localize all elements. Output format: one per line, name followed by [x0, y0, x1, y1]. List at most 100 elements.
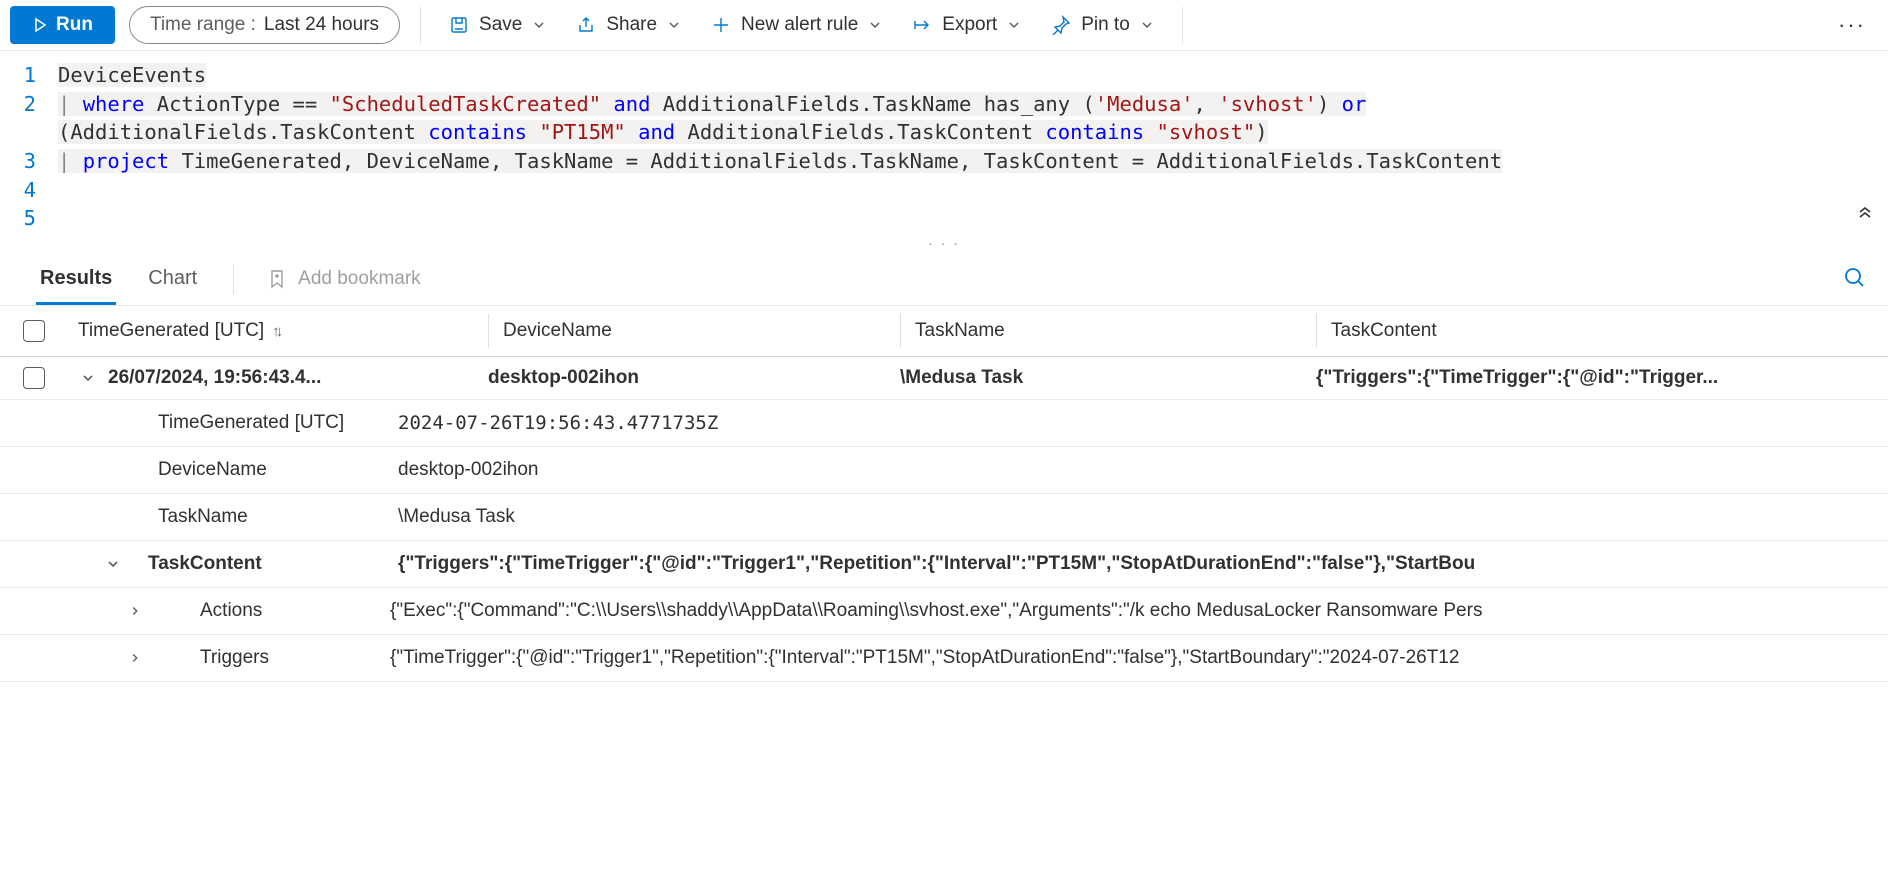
run-label: Run	[56, 14, 93, 36]
results-tabs: Results Chart Add bookmark	[0, 253, 1888, 306]
code-token: and	[638, 120, 675, 144]
column-label: TimeGenerated [UTC]	[78, 320, 264, 342]
code-token: or	[1342, 92, 1367, 116]
sort-icon: ↑↓	[272, 323, 279, 340]
results-table: TimeGenerated [UTC] ↑↓ DeviceName TaskNa…	[0, 306, 1888, 682]
plus-icon	[711, 15, 731, 35]
save-label: Save	[479, 14, 522, 36]
detail-key: TaskContent	[128, 553, 398, 575]
code-token: "ScheduledTaskCreated"	[330, 92, 602, 116]
detail-row: TaskName \Medusa Task	[0, 494, 1888, 541]
play-icon	[32, 17, 48, 33]
ellipsis-icon: ···	[1838, 12, 1866, 37]
code-token: contains	[428, 120, 527, 144]
row-checkbox[interactable]	[23, 367, 45, 389]
expand-detail-button[interactable]	[128, 651, 142, 665]
bookmark-label: Add bookmark	[298, 268, 421, 290]
table-row[interactable]: 26/07/2024, 19:56:43.4... desktop-002iho…	[0, 357, 1888, 400]
chevron-down-icon	[667, 18, 681, 32]
detail-value: 2024-07-26T19:56:43.4771735Z	[398, 412, 1888, 434]
chevron-down-icon	[80, 370, 96, 386]
code-token: "PT15M"	[539, 120, 625, 144]
detail-value: {"Triggers":{"TimeTrigger":{"@id":"Trigg…	[398, 553, 1888, 575]
toolbar-separator	[1182, 7, 1183, 43]
double-chevron-up-icon	[1856, 203, 1874, 221]
code-token: AdditionalFields.TaskContent	[687, 120, 1033, 144]
select-all-checkbox[interactable]	[23, 320, 45, 342]
expand-detail-button[interactable]	[98, 556, 128, 572]
chevron-down-icon	[1140, 18, 1154, 32]
chevron-down-icon	[532, 18, 546, 32]
code-token: where	[83, 92, 145, 116]
code-token: project	[83, 149, 169, 173]
detail-value: {"Exec":{"Command":"C:\\Users\\shaddy\\A…	[390, 600, 1888, 622]
detail-key: TimeGenerated [UTC]	[108, 412, 398, 434]
code-token: ,	[1194, 92, 1206, 116]
export-icon	[912, 15, 932, 35]
code-token: |	[58, 149, 70, 173]
tab-chart[interactable]: Chart	[144, 253, 201, 305]
code-token: )	[1317, 92, 1329, 116]
code-token: contains	[1045, 120, 1144, 144]
chevron-down-icon	[105, 556, 121, 572]
code-token: DeviceEvents	[58, 63, 206, 87]
add-bookmark-button[interactable]: Add bookmark	[266, 268, 421, 290]
cell-device: desktop-002ihon	[488, 367, 900, 389]
code-token: ==	[293, 92, 318, 116]
timerange-label: Time range :	[150, 14, 256, 36]
expand-detail-button[interactable]	[128, 604, 142, 618]
tab-results[interactable]: Results	[36, 253, 116, 305]
timerange-value: Last 24 hours	[264, 14, 379, 36]
pin-button[interactable]: Pin to	[1043, 8, 1162, 42]
toolbar: Run Time range : Last 24 hours Save Shar…	[0, 0, 1888, 51]
detail-row: Actions {"Exec":{"Command":"C:\\Users\\s…	[0, 588, 1888, 635]
chevron-right-icon	[128, 651, 142, 665]
save-button[interactable]: Save	[441, 8, 554, 42]
export-button[interactable]: Export	[904, 8, 1029, 42]
collapse-editor-button[interactable]	[1856, 203, 1874, 227]
code-token: (	[1082, 92, 1094, 116]
code-token: AdditionalFields.TaskContent	[70, 120, 416, 144]
resize-handle[interactable]: · · ·	[0, 233, 1888, 253]
share-label: Share	[606, 14, 657, 36]
column-header-taskname[interactable]: TaskName	[900, 314, 1316, 348]
query-editor[interactable]: 1 DeviceEvents 2 | where ActionType == "…	[0, 51, 1888, 233]
line-number: 5	[0, 204, 58, 233]
more-button[interactable]: ···	[1826, 6, 1878, 44]
line-number: 4	[0, 176, 58, 205]
export-label: Export	[942, 14, 997, 36]
run-button[interactable]: Run	[10, 6, 115, 44]
detail-row: TaskContent {"Triggers":{"TimeTrigger":{…	[0, 541, 1888, 588]
pin-icon	[1051, 15, 1071, 35]
share-button[interactable]: Share	[568, 8, 689, 42]
column-header-taskcontent[interactable]: TaskContent	[1316, 314, 1888, 348]
code-token: ActionType	[157, 92, 280, 116]
column-header-time[interactable]: TimeGenerated [UTC] ↑↓	[68, 314, 488, 348]
timerange-pill[interactable]: Time range : Last 24 hours	[129, 6, 400, 44]
detail-row: DeviceName desktop-002ihon	[0, 447, 1888, 494]
line-number: 1	[0, 61, 58, 90]
table-header: TimeGenerated [UTC] ↑↓ DeviceName TaskNa…	[0, 306, 1888, 357]
new-alert-button[interactable]: New alert rule	[703, 8, 890, 42]
line-number: 2	[0, 90, 58, 147]
code-token: 'Medusa'	[1095, 92, 1194, 116]
bookmark-icon	[266, 268, 288, 290]
code-token: )	[1255, 120, 1267, 144]
code-token: has_any	[984, 92, 1070, 116]
code-token: and	[613, 92, 650, 116]
code-token: (	[58, 120, 70, 144]
tabs-separator	[233, 264, 234, 294]
detail-key: Triggers	[160, 647, 390, 669]
column-header-device[interactable]: DeviceName	[488, 314, 900, 348]
chevron-down-icon	[1007, 18, 1021, 32]
search-button[interactable]	[1842, 265, 1868, 294]
cell-taskcontent: {"Triggers":{"TimeTrigger":{"@id":"Trigg…	[1316, 367, 1888, 389]
detail-value: {"TimeTrigger":{"@id":"Trigger1","Repeti…	[390, 647, 1888, 669]
detail-value: desktop-002ihon	[398, 459, 1888, 481]
detail-key: Actions	[160, 600, 390, 622]
detail-key: DeviceName	[108, 459, 398, 481]
code-token: TimeGenerated, DeviceName, TaskName = Ad…	[181, 149, 1502, 173]
save-icon	[449, 15, 469, 35]
search-icon	[1842, 265, 1868, 291]
expand-row-button[interactable]	[68, 370, 108, 386]
